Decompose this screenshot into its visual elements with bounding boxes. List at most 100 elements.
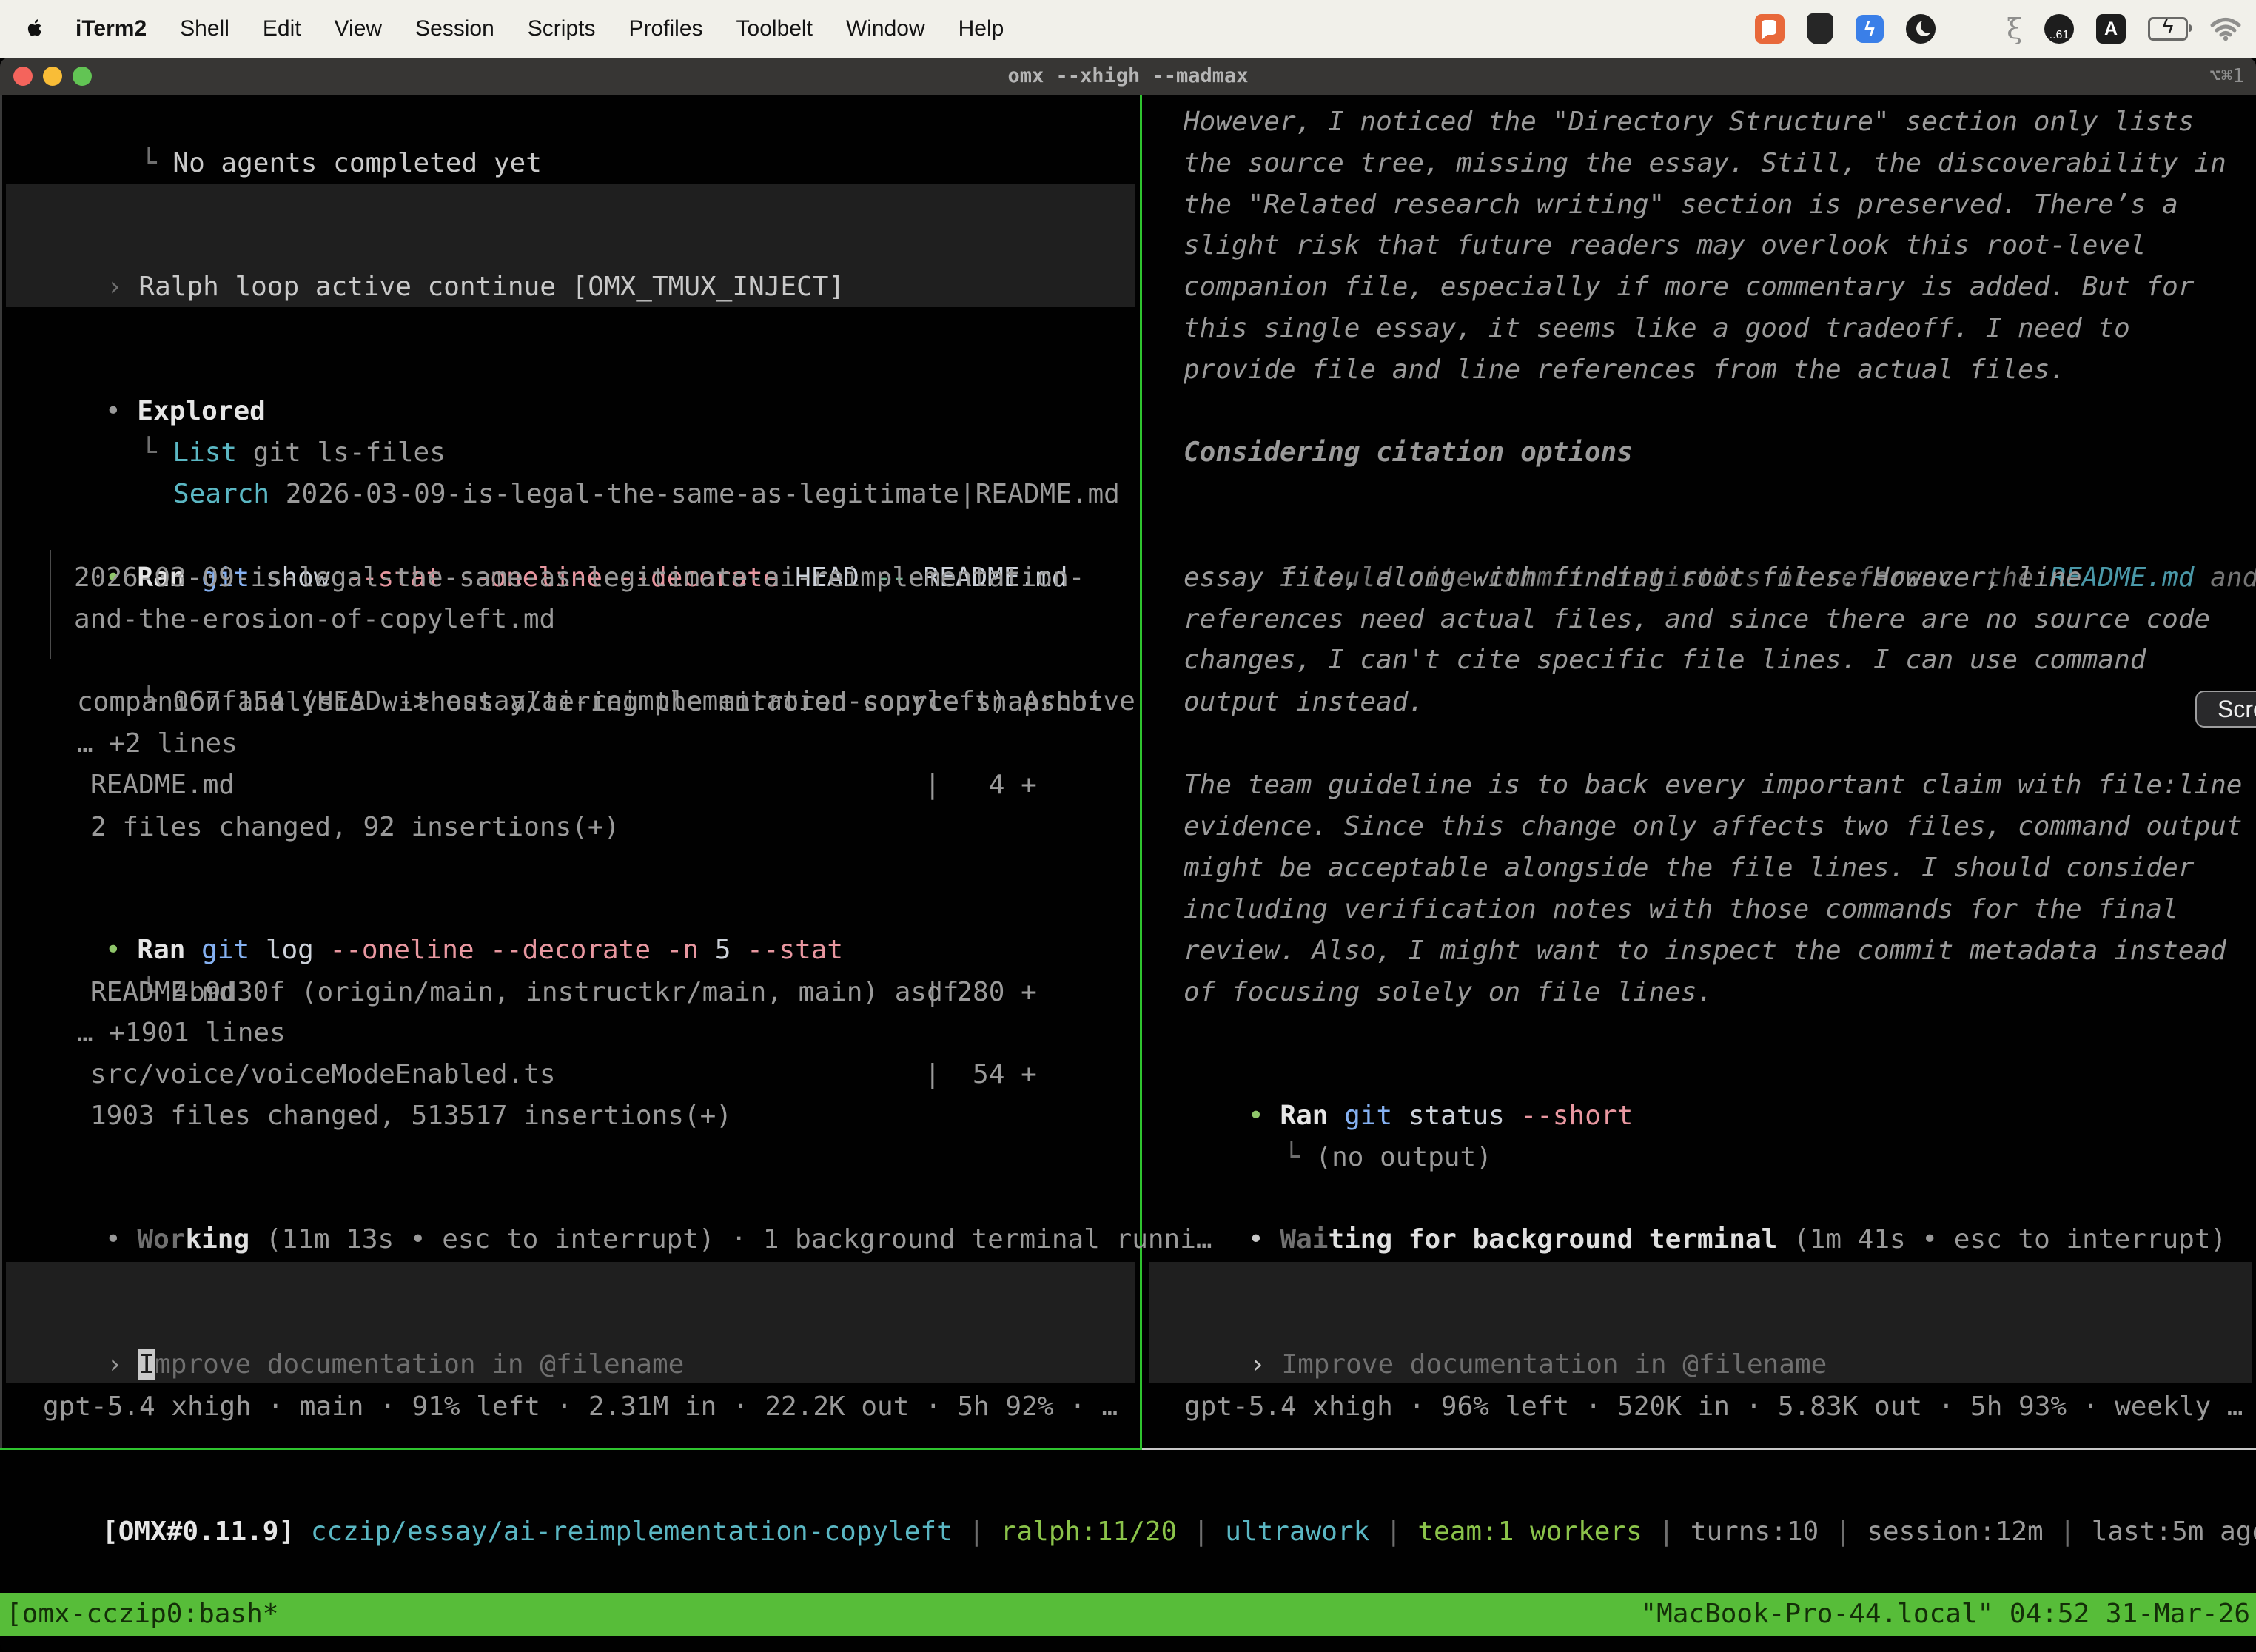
thinking-p1-line1: However, I noticed the "Directory Struct… <box>1184 101 2194 143</box>
omx-ralph-counter: ralph:11/20 <box>1001 1517 1177 1547</box>
menu-item-session[interactable]: Session <box>415 16 494 41</box>
working-shimmer-bright: king <box>185 1224 249 1255</box>
ran-git-log-line: • Ran git log --oneline --decorate -n 5 … <box>9 888 843 930</box>
omx-last-activity: last:5m ago <box>2092 1517 2256 1547</box>
thinking-p2-line2: essay file, along with finding root file… <box>1184 557 2082 599</box>
input-source-icon[interactable]: A <box>2096 14 2126 44</box>
right-prompt-line[interactable]: › Improve documentation in @filename <box>1153 1303 1827 1344</box>
no-agents-text: No agents completed yet <box>172 148 542 178</box>
right-pane-bottom-border <box>1142 1448 2256 1450</box>
show-output-line-2: companion analysis without altering the … <box>77 682 1104 723</box>
window-title: omx --xhigh --madmax <box>0 58 2256 95</box>
thinking-p3-line6: of focusing solely on file lines. <box>1184 972 1713 1013</box>
right-input-placeholder: Improve documentation in @filename <box>1281 1349 1827 1380</box>
ralph-loop-text: Ralph loop active continue [OMX_TMUX_INJ… <box>138 272 845 302</box>
separator: | <box>1369 1517 1417 1547</box>
show-more-lines: … +2 lines <box>77 723 238 765</box>
omx-team: team:1 workers <box>1417 1517 1642 1547</box>
bolt-app-icon[interactable]: ϟ <box>1856 15 1884 43</box>
p2-text-b: and <box>2194 563 2256 593</box>
dots-grid-icon[interactable] <box>1958 16 1984 42</box>
show-stat-line: README.md | 4 + <box>90 765 1037 806</box>
tree-corner-glyph: └ <box>1283 1142 1315 1172</box>
right-session-status: gpt-5.4 xhigh · 96% left · 520K in · 5.8… <box>1184 1386 2243 1428</box>
menu-item-shell[interactable]: Shell <box>180 16 229 41</box>
separator: | <box>2044 1517 2092 1547</box>
search-verb: Search <box>173 479 269 509</box>
screen-indicator-chip[interactable]: Scre <box>2195 691 2256 728</box>
separator: | <box>953 1517 1001 1547</box>
omx-worktree-path: cczip/essay/ai-reimplementation-copyleft <box>311 1517 953 1547</box>
chat-bubble-icon[interactable] <box>1755 14 1785 44</box>
thinking-p3-line1: The team guideline is to back every impo… <box>1184 765 2242 806</box>
menubar-status-icons: ϟ ξ ..61 A ϟ <box>1755 0 2241 58</box>
separator: | <box>1819 1517 1867 1547</box>
thinking-p2-line3: references need actual files, and since … <box>1184 599 2210 640</box>
grid-shield-icon[interactable] <box>1807 13 1833 44</box>
working-shimmer-dim: Wor <box>137 1224 185 1255</box>
apple-menu-icon[interactable] <box>25 18 44 40</box>
ralph-loop-line: › Ralph loop active continue [OMX_TMUX_I… <box>10 225 845 266</box>
thinking-p1-line7: provide file and line references from th… <box>1184 349 2066 391</box>
left-input-placeholder: mprove documentation in @filename <box>155 1349 684 1380</box>
waiting-detail: (1m 41s • esc to interrupt) <box>1777 1224 2226 1255</box>
omx-status-line: [OMX#0.11.9] cczip/essay/ai-reimplementa… <box>6 1470 2256 1511</box>
squiggle-icon[interactable]: ξ <box>2007 13 2022 45</box>
log-summary-line: 1903 files changed, 513517 insertions(+) <box>90 1095 732 1137</box>
menu-item-scripts[interactable]: Scripts <box>528 16 596 41</box>
tmux-host-clock: "MacBook-Pro-44.local" 04:52 31-Mar-26 <box>1640 1593 2250 1636</box>
omx-session-time: session:12m <box>1867 1517 2043 1547</box>
left-prompt-line[interactable]: › Improve documentation in @filename <box>10 1303 684 1344</box>
explored-search-line: Search 2026-03-09-is-legal-the-same-as-l… <box>77 432 1120 474</box>
prompt-chevron-icon: › <box>107 1349 138 1380</box>
log-more-lines: … +1901 lines <box>77 1013 286 1054</box>
thinking-p3-line3: might be acceptable alongside the file l… <box>1184 847 2194 889</box>
short-flag: --short <box>1521 1101 1634 1131</box>
thinking-p3-line2: evidence. Since this change only affects… <box>1184 806 2242 847</box>
thinking-p3-line4: including verification notes with those … <box>1184 889 2178 930</box>
menu-item-iterm2[interactable]: iTerm2 <box>75 16 147 41</box>
menu-item-help[interactable]: Help <box>959 16 1004 41</box>
badge-61-icon[interactable]: ..61 <box>2044 14 2074 44</box>
working-detail: (11m 13s • esc to interrupt) · 1 backgro… <box>249 1224 1212 1255</box>
terminal-content[interactable]: └ No agents completed yet › Ralph loop a… <box>0 95 2256 1652</box>
ran-git-status-line: • Ran git status --short <box>1152 1054 1633 1095</box>
waiting-shimmer-bright: ting for background terminal <box>1328 1224 1777 1255</box>
battery-icon[interactable]: ϟ <box>2148 17 2188 41</box>
window-shortcut-hint: ⌥⌘1 <box>2209 58 2244 95</box>
separator: | <box>1177 1517 1225 1547</box>
waiting-shimmer-dim: Wai <box>1280 1224 1328 1255</box>
log-stat-line-1: README.md | 280 + <box>90 972 1037 1013</box>
log-output-line-1: └ 4b9d30f (origin/main, instructkr/main,… <box>44 930 959 972</box>
menu-item-window[interactable]: Window <box>846 16 925 41</box>
explored-list-line: └ List git ls-files <box>44 391 446 432</box>
wifi-icon[interactable] <box>2210 17 2241 41</box>
thinking-p1-line4: slight risk that future readers may over… <box>1184 225 2146 266</box>
left-pane-bottom-border <box>0 1448 1140 1450</box>
show-filename-line-1: 2026-03-09-is-legal-the-same-as-legitima… <box>74 557 1084 599</box>
log-stat-line-2: src/voice/voiceModeEnabled.ts | 54 + <box>90 1054 1037 1095</box>
menu-item-profiles[interactable]: Profiles <box>628 16 702 41</box>
thinking-p2-line5: output instead. <box>1184 682 1424 723</box>
menu-item-view[interactable]: View <box>335 16 382 41</box>
menu-items: iTerm2 Shell Edit View Session Scripts P… <box>75 16 1004 41</box>
no-output-line: └ (no output) <box>1187 1095 1492 1137</box>
menu-bar: iTerm2 Shell Edit View Session Scripts P… <box>0 0 2256 58</box>
show-summary-line: 2 files changed, 92 insertions(+) <box>90 807 620 848</box>
no-output-text: (no output) <box>1315 1142 1491 1172</box>
explored-header-line: • Explored <box>9 349 266 391</box>
menu-item-edit[interactable]: Edit <box>263 16 301 41</box>
menu-item-toolbelt[interactable]: Toolbelt <box>736 16 813 41</box>
tree-corner-glyph: └ <box>141 148 172 178</box>
thinking-p1-line6: this single essay, it seems like a good … <box>1184 308 2130 349</box>
pane-left-edge <box>0 95 2 1450</box>
tmux-window-name[interactable]: [omx-cczip0:bash* <box>6 1593 278 1636</box>
crescent-icon[interactable] <box>1906 14 1936 44</box>
thinking-p1-line2: the source tree, missing the essay. Stil… <box>1184 143 2226 184</box>
omx-version: [OMX#0.11.9] <box>102 1517 311 1547</box>
waiting-status-line: • Waiting for background terminal (1m 41… <box>1152 1178 2226 1219</box>
left-session-status: gpt-5.4 xhigh · main · 91% left · 2.31M … <box>43 1386 1118 1428</box>
window-titlebar[interactable]: omx --xhigh --madmax ⌥⌘1 <box>0 58 2256 95</box>
bullet-icon: • <box>105 1224 137 1255</box>
separator: | <box>1642 1517 1691 1547</box>
